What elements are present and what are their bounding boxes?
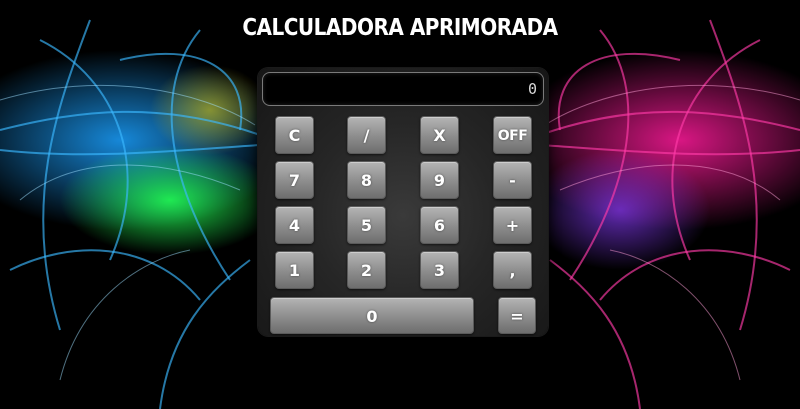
- plus-button[interactable]: +: [493, 206, 532, 244]
- nine-button[interactable]: 9: [420, 161, 459, 199]
- equals-button[interactable]: =: [498, 297, 536, 334]
- page-title: CALCULADORA APRIMORADA: [242, 13, 558, 41]
- off-button[interactable]: OFF: [493, 116, 532, 154]
- minus-button[interactable]: -: [493, 161, 532, 199]
- display-field: 0: [262, 72, 544, 106]
- multiply-button[interactable]: X: [420, 116, 459, 154]
- seven-button[interactable]: 7: [275, 161, 314, 199]
- eight-button[interactable]: 8: [347, 161, 386, 199]
- divide-button[interactable]: /: [347, 116, 386, 154]
- page: CALCULADORA APRIMORADA 0 C / X OFF 7 8 9…: [0, 0, 800, 409]
- calculator: 0 C / X OFF 7 8 9 - 4 5 6 + 1 2 3 , 0 =: [258, 68, 548, 336]
- five-button[interactable]: 5: [347, 206, 386, 244]
- comma-button[interactable]: ,: [493, 251, 532, 289]
- one-button[interactable]: 1: [275, 251, 314, 289]
- zero-button[interactable]: 0: [270, 297, 474, 334]
- four-button[interactable]: 4: [275, 206, 314, 244]
- clear-button[interactable]: C: [275, 116, 314, 154]
- three-button[interactable]: 3: [420, 251, 459, 289]
- six-button[interactable]: 6: [420, 206, 459, 244]
- two-button[interactable]: 2: [347, 251, 386, 289]
